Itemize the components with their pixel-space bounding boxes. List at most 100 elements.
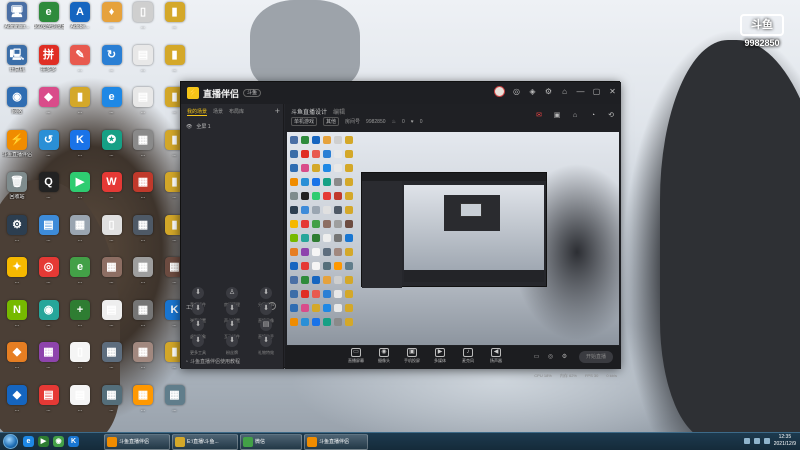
tab-my-scenes[interactable]: 我的场景 bbox=[187, 108, 208, 116]
maximize-button[interactable]: ▢ bbox=[592, 87, 601, 96]
close-button[interactable]: ✕ bbox=[608, 87, 617, 96]
desktop-icon[interactable]: ▮... bbox=[160, 2, 190, 46]
tab-scenes[interactable]: 场景 bbox=[213, 108, 223, 116]
quicklaunch-ie-icon[interactable]: e bbox=[23, 436, 34, 447]
desktop-icon[interactable]: e 360安全浏览器 bbox=[34, 2, 64, 46]
room-edit-button[interactable]: 编辑 bbox=[333, 107, 345, 116]
desktop-icon[interactable]: ▦... bbox=[128, 172, 158, 216]
microphone-button[interactable]: ♪ 麦克风 bbox=[455, 348, 481, 364]
desktop-icon[interactable]: ▦... bbox=[128, 342, 158, 386]
desktop-icon[interactable]: ◉... bbox=[34, 299, 64, 344]
live-status-icon[interactable]: ◎ bbox=[512, 87, 521, 96]
user-avatar[interactable] bbox=[494, 86, 505, 97]
desktop-icon[interactable]: ▦... bbox=[128, 257, 158, 301]
phone-cast-button[interactable]: ▣ 手机投屏 bbox=[399, 348, 425, 364]
desktop-icon[interactable]: ✪... bbox=[97, 129, 127, 174]
desktop-icon[interactable]: ▦... bbox=[97, 342, 127, 386]
tutorial-link[interactable]: ◔ 斗鱼直播伴侣使用教程 bbox=[185, 358, 240, 366]
desktop-icon[interactable]: ▤... bbox=[65, 384, 95, 429]
desktop-icon[interactable]: ▤... bbox=[128, 87, 158, 131]
home-icon[interactable]: ⌂ bbox=[560, 87, 569, 96]
minimize-button[interactable]: — bbox=[576, 87, 585, 96]
desktop-icon[interactable]: ▦... bbox=[128, 129, 158, 174]
desktop-icon[interactable]: ▤... bbox=[128, 44, 158, 89]
toolbox-tool[interactable]: ⬇ 礼物特效 bbox=[249, 335, 283, 363]
desktop-icon[interactable]: ✎... bbox=[65, 44, 95, 89]
start-live-button[interactable]: 开始直播 bbox=[579, 351, 613, 363]
desktop-icon[interactable]: ▯... bbox=[97, 214, 127, 259]
desktop-icon[interactable]: 🖥 Administr... bbox=[2, 2, 32, 46]
stream-preview[interactable] bbox=[287, 132, 619, 345]
taskbar-clock[interactable]: 12:35 2021/12/9 bbox=[774, 434, 796, 448]
desktop-icon[interactable]: ▤... bbox=[34, 214, 64, 259]
settings-gear-icon[interactable]: ⚙ bbox=[544, 87, 553, 96]
add-scene-button[interactable]: + bbox=[275, 106, 280, 116]
screen-capture-button[interactable]: ▭ 直播屏幕 bbox=[343, 348, 369, 364]
quicklaunch-media-icon[interactable]: ▶ bbox=[38, 436, 49, 447]
desktop-icon[interactable]: ⚙... bbox=[2, 214, 32, 259]
desktop-icon[interactable]: ◆... bbox=[34, 87, 64, 131]
subcategory-chip[interactable]: 其他 bbox=[323, 117, 340, 126]
message-icon[interactable]: ✉ bbox=[535, 112, 543, 120]
task-streaming-app-2[interactable]: 斗鱼直播伴侣 bbox=[304, 434, 368, 450]
desktop-icon[interactable]: 🖳 计算机 bbox=[2, 44, 32, 89]
desktop-icon[interactable]: Q... bbox=[34, 172, 64, 216]
app-platform-badge[interactable]: 斗鱼 bbox=[243, 89, 262, 97]
desktop-icon[interactable]: W... bbox=[97, 172, 127, 216]
desktop-icon[interactable]: ◆... bbox=[2, 342, 32, 386]
desktop-icon[interactable]: ↺... bbox=[34, 129, 64, 174]
speaker-button[interactable]: ◀ 扬声器 bbox=[483, 348, 509, 364]
desktop-icon[interactable]: e... bbox=[65, 257, 95, 301]
desktop-icon[interactable]: ✦... bbox=[2, 257, 32, 301]
desktop-icon[interactable]: A Adobe... bbox=[65, 2, 95, 46]
desktop-icon[interactable]: ↻... bbox=[97, 44, 127, 89]
desktop-icon[interactable]: ▦... bbox=[128, 214, 158, 259]
desktop-icon[interactable]: N... bbox=[2, 299, 32, 344]
desktop-icon[interactable]: ◆... bbox=[2, 384, 32, 429]
desktop-icon[interactable]: ◎... bbox=[34, 257, 64, 301]
desktop-icon[interactable]: e... bbox=[97, 87, 127, 131]
desktop-icon[interactable]: ◉ 网络 bbox=[2, 87, 32, 131]
quicklaunch-k-icon[interactable]: K bbox=[68, 436, 79, 447]
tray-network-icon[interactable] bbox=[744, 438, 750, 444]
desktop-icon[interactable]: K... bbox=[65, 129, 95, 174]
desktop-icon[interactable]: ▯... bbox=[128, 2, 158, 46]
camera-button[interactable]: ◉ 摄像头 bbox=[371, 348, 397, 364]
tray-flag-icon[interactable] bbox=[764, 438, 770, 444]
app-titlebar[interactable]: ⚡ 直播伴侣 斗鱼 ◎ ◈ ⚙ ⌂ — ▢ ✕ bbox=[181, 82, 621, 104]
desktop-icon[interactable]: ▦... bbox=[65, 214, 95, 259]
desktop-icon[interactable]: 拼拼多多 bbox=[34, 44, 64, 89]
desktop-icon[interactable]: ▦... bbox=[97, 384, 127, 429]
desktop-icon[interactable]: ▦... bbox=[97, 257, 127, 301]
desktop-icon[interactable]: ▦... bbox=[160, 384, 190, 429]
pause-icon[interactable]: ◎ bbox=[547, 354, 554, 361]
task-wechat[interactable]: 微信 bbox=[240, 434, 302, 450]
stream-settings-icon[interactable]: ⚙ bbox=[561, 354, 568, 361]
quicklaunch-360-icon[interactable]: ◉ bbox=[53, 436, 64, 447]
start-button[interactable] bbox=[3, 434, 18, 449]
lock-icon[interactable]: ⌂ bbox=[571, 112, 579, 120]
desktop-icon[interactable]: ▮... bbox=[65, 87, 95, 131]
desktop-icon[interactable]: +... bbox=[65, 299, 95, 344]
task-streaming-app-1[interactable]: 斗鱼直播伴侣 bbox=[104, 434, 170, 450]
desktop-icon[interactable]: ⚡ 斗鱼直播伴侣 bbox=[2, 129, 32, 174]
bell-icon[interactable]: ◔ bbox=[589, 112, 597, 120]
category-chip[interactable]: 单机游戏 bbox=[291, 117, 318, 126]
scene-item[interactable]: 👁 全屏 1 bbox=[181, 120, 283, 133]
gift-icon[interactable]: ▣ bbox=[553, 112, 561, 120]
desktop-icon[interactable]: ▶... bbox=[65, 172, 95, 216]
desktop-icon[interactable]: ▦... bbox=[128, 384, 158, 429]
desktop-icon[interactable]: ▤... bbox=[97, 299, 127, 344]
desktop-icon[interactable]: ▤... bbox=[34, 384, 64, 429]
skin-icon[interactable]: ◈ bbox=[528, 87, 537, 96]
task-explorer[interactable]: E:\直播\斗鱼... bbox=[172, 434, 238, 450]
desktop-icon[interactable]: ▦... bbox=[128, 299, 158, 344]
tab-layouts[interactable]: 布局库 bbox=[229, 108, 244, 116]
eye-icon[interactable]: 👁 bbox=[186, 124, 192, 130]
desktop-icon[interactable]: ♦... bbox=[97, 2, 127, 46]
record-icon[interactable]: ▭ bbox=[533, 354, 540, 361]
desktop-icon[interactable]: ▯... bbox=[65, 342, 95, 386]
desktop-icon[interactable]: ▦... bbox=[34, 342, 64, 386]
share-icon[interactable]: ⟲ bbox=[607, 112, 615, 120]
tray-volume-icon[interactable] bbox=[754, 438, 760, 444]
